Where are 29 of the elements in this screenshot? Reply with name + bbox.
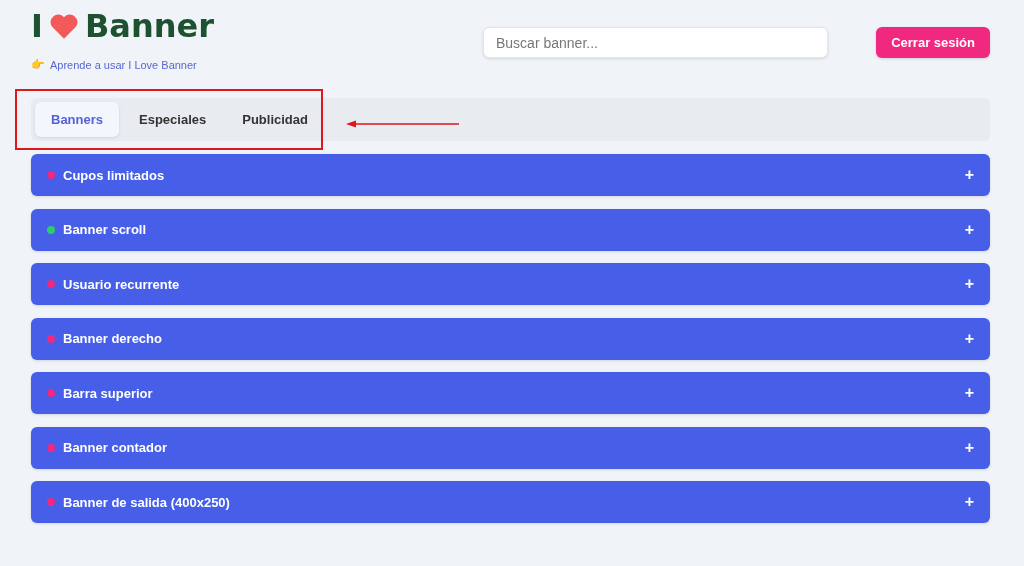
help-link[interactable]: Aprende a usar I Love Banner (50, 58, 197, 71)
banner-name: Cupos limitados (63, 167, 165, 183)
expand-button[interactable]: + (964, 275, 974, 293)
banner-row[interactable]: Banner scroll + (31, 208, 990, 251)
logout-button[interactable]: Cerrar sesión (876, 27, 990, 58)
banner-row[interactable]: Banner derecho + (31, 317, 990, 360)
banner-name: Banner scroll (63, 222, 147, 237)
banner-row[interactable]: Barra superior + (31, 372, 990, 414)
expand-button[interactable]: + (964, 384, 974, 402)
banner-name: Banner contador (63, 440, 167, 455)
logo: I Banner (31, 8, 215, 44)
banner-row[interactable]: Usuario recurrente + (31, 263, 990, 305)
tab[interactable]: Publicidad (226, 102, 324, 137)
expand-button[interactable]: + (964, 166, 974, 184)
banner-row[interactable]: Banner de salida (400x250) + (31, 481, 990, 523)
banner-row[interactable]: Cupos limitados + (31, 154, 990, 196)
expand-button[interactable]: + (964, 493, 974, 511)
tab[interactable]: Especiales (123, 102, 223, 137)
expand-button[interactable]: + (964, 329, 974, 348)
tab[interactable]: Banners (35, 102, 120, 137)
expand-button[interactable]: + (964, 220, 974, 239)
search-field[interactable]: Buscar banner... (483, 27, 828, 58)
banner-name: Banner derecho (63, 331, 162, 346)
banner-name: Barra superior (63, 385, 153, 401)
banner-name: Banner de salida (400x250) (63, 494, 230, 510)
pointing-hand-icon: 👉 (31, 58, 45, 71)
expand-button[interactable]: + (964, 438, 974, 457)
banner-name: Usuario recurrente (63, 276, 180, 292)
banner-row[interactable]: Banner contador + (31, 426, 990, 469)
